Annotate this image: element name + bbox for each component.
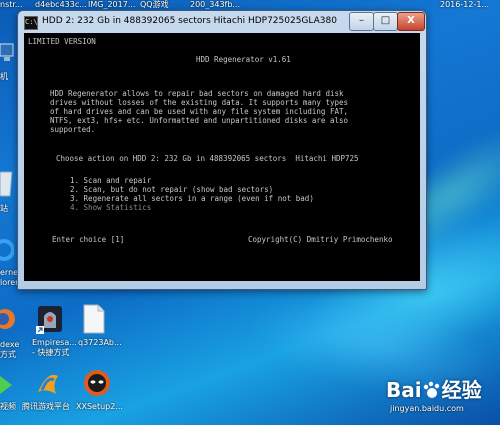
shortcut-arrow-icon — [36, 326, 44, 334]
menu-option-regenerate-range[interactable]: 3. Regenerate all sectors in a range (ev… — [70, 194, 314, 203]
desktop-icon-label: - 快捷方式 — [32, 348, 70, 357]
computer-shortcut[interactable]: 机 — [0, 42, 16, 82]
description-line: NTFS, ext3, hfs+ etc. Unformatted and un… — [50, 116, 349, 125]
menu-option-show-statistics[interactable]: 4. Show Statistics — [70, 203, 151, 212]
maximize-button[interactable]: □ — [373, 12, 398, 31]
ie-icon — [0, 239, 14, 261]
file-shortcut[interactable]: q3723Ab... — [74, 304, 122, 352]
video-icon — [0, 376, 12, 394]
copyright-text: Copyright(C) Dmitriy Primochenko — [248, 235, 393, 244]
empire-shortcut[interactable]: Empiresa... - 快捷方式 — [28, 304, 77, 360]
window-title: HDD 2: 232 Gb in 488392065 sectors Hitac… — [42, 16, 337, 26]
firefox-shortcut[interactable]: dexe 方式 — [0, 306, 22, 359]
watermark-brand-tail: 经验 — [441, 378, 482, 402]
description-line: HDD Regenerator allows to repair bad sec… — [50, 89, 344, 98]
app-title: HDD Regenerator v1.61 — [196, 55, 291, 64]
desktop-icon-label[interactable]: 2016-12-1... — [440, 0, 489, 10]
file-icon — [83, 304, 105, 334]
desktop-icon-label[interactable]: IMG_2017... — [88, 0, 135, 10]
hdd-regenerator-window[interactable]: C:\ HDD 2: 232 Gb in 488392065 sectors H… — [17, 10, 427, 290]
desktop-icon-label: 站 — [0, 204, 8, 213]
desktop-icon-label: 机 — [0, 72, 8, 81]
desktop-icon-label: 方式 — [0, 350, 16, 359]
watermark-brand-text: Bai — [386, 378, 422, 402]
desktop-icon-label[interactable]: QQ游戏 — [140, 0, 169, 10]
desktop-icon-label: dexe — [0, 340, 20, 349]
desktop-icon-label[interactable]: d4ebc433c... — [35, 0, 87, 10]
minimize-button[interactable]: – — [349, 12, 374, 31]
desktop-icon-label: XXSetup2... — [76, 402, 123, 411]
description-line: supported. — [50, 125, 96, 134]
console-app-icon: C:\ — [24, 16, 38, 30]
computer-icon — [0, 43, 14, 61]
limited-version-text: LIMITED VERSION — [28, 37, 96, 46]
desktop-icon-label: Empiresa... — [32, 338, 77, 347]
close-button[interactable]: X — [397, 12, 425, 31]
menu-option-scan-only[interactable]: 2. Scan, but do not repair (show bad sec… — [70, 185, 273, 194]
video-shortcut[interactable]: 视频 — [0, 374, 16, 414]
qq-game-shortcut[interactable]: 腾讯游戏平台 — [22, 368, 76, 416]
description-line: of hard drives and can be used with any … — [50, 107, 349, 116]
watermark-brand: Bai 经验 — [386, 378, 482, 402]
menu-option-scan-repair[interactable]: 1. Scan and repair — [70, 176, 151, 185]
baidu-jingyan-watermark: Bai 经验 jingyan.baidu.com — [386, 378, 496, 422]
setup-shortcut[interactable]: XXSetup2... — [74, 368, 123, 416]
recycle-bin-shortcut[interactable]: 站 — [0, 168, 16, 216]
desktop-icon-label: 腾讯游戏平台 — [22, 402, 70, 411]
description-line: drives without losses of the existing da… — [50, 98, 349, 107]
window-titlebar[interactable]: C:\ HDD 2: 232 Gb in 488392065 sectors H… — [18, 11, 426, 33]
paw-icon — [423, 381, 439, 398]
enter-choice-prompt[interactable]: Enter choice [1] — [52, 235, 124, 244]
firefox-icon — [0, 309, 15, 329]
desktop-icon-label[interactable]: 200_343fb... — [190, 0, 240, 10]
choose-action-text: Choose action on HDD 2: 232 Gb in 488392… — [56, 154, 359, 163]
desktop-icon-label[interactable]: nstr... — [0, 0, 23, 10]
console-output[interactable]: LIMITED VERSION HDD Regenerator v1.61 HD… — [24, 33, 420, 281]
desktop-icon-label: q3723Ab... — [78, 338, 122, 347]
desktop-icon-label: 视频 — [0, 402, 16, 411]
watermark-url: jingyan.baidu.com — [390, 404, 464, 413]
qq-game-icon — [38, 374, 58, 394]
recycle-bin-icon — [0, 171, 13, 197]
desktop-icon-label: lorer — [0, 278, 19, 287]
setup-app-icon — [84, 370, 110, 396]
